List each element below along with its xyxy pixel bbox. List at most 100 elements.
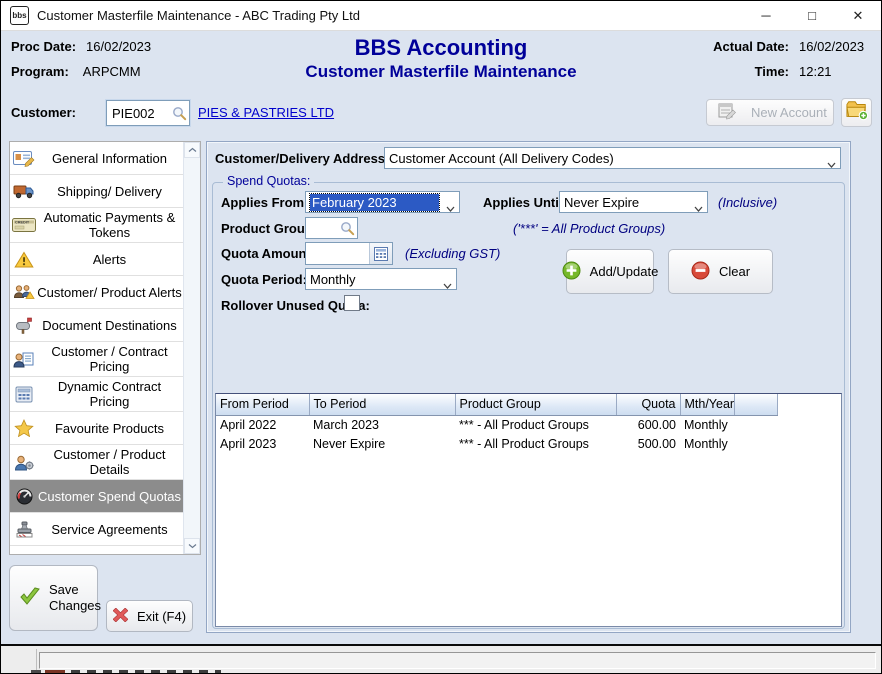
search-icon[interactable] [340, 221, 355, 241]
chevron-down-icon [443, 277, 452, 290]
col-mth-year[interactable]: Mth/Year [680, 394, 734, 415]
time-value: 12:21 [799, 64, 871, 79]
quota-amount-note: (Excluding GST) [405, 246, 500, 261]
person-doc-icon [11, 351, 37, 368]
quota-table: From Period To Period Product Group Quot… [215, 393, 842, 627]
new-account-label: New Account [751, 105, 827, 120]
main-panel: Customer/Delivery Address: Customer Acco… [206, 141, 851, 633]
quota-period-select[interactable]: Monthly [305, 268, 457, 290]
warning-icon [11, 251, 37, 268]
save-changes-button[interactable]: Save Changes [9, 565, 98, 631]
applies-until-label: Applies Until: [483, 195, 567, 210]
delivery-address-label: Customer/Delivery Address: [215, 151, 389, 166]
delivery-address-value: Customer Account (All Delivery Codes) [389, 151, 614, 166]
sidebar-item-label: Customer / Contract Pricing [37, 343, 182, 375]
table-row[interactable]: April 2023Never Expire*** - All Product … [216, 434, 842, 453]
quota-amount-input[interactable] [305, 242, 393, 265]
sidebar-item-dynamic-contract-pricing[interactable]: Dynamic Contract Pricing [10, 377, 183, 412]
chevron-down-icon [827, 156, 836, 169]
calculator-icon [11, 386, 37, 403]
person-gear-icon [11, 454, 37, 471]
actual-date-label: Actual Date: [713, 39, 789, 54]
quota-table-body: April 2022March 2023*** - All Product Gr… [216, 415, 842, 453]
titlebar: bbs Customer Masterfile Maintenance - AB… [1, 1, 881, 31]
col-from-period[interactable]: From Period [216, 394, 309, 415]
chevron-down-icon [694, 200, 703, 213]
delivery-address-select[interactable]: Customer Account (All Delivery Codes) [384, 147, 841, 169]
sidebar-item-label: Customer / Product Details [37, 446, 182, 478]
status-message-panel [39, 652, 876, 669]
col-blank [734, 394, 777, 415]
sidebar-item-service-agreements[interactable]: Service Agreements [10, 513, 183, 546]
app-logo-icon: bbs [10, 6, 29, 25]
customer-name-link[interactable]: PIES & PASTRIES LTD [198, 105, 334, 120]
rollover-checkbox[interactable] [344, 295, 360, 311]
calculator-icon[interactable] [369, 243, 392, 264]
id-card-icon [11, 150, 37, 167]
sidebar-item-label: Service Agreements [37, 521, 182, 538]
sidebar-item-shipping-delivery[interactable]: Shipping/ Delivery [10, 175, 183, 208]
table-row[interactable]: April 2022March 2023*** - All Product Gr… [216, 415, 842, 434]
stamp-icon [11, 521, 37, 538]
window-controls: ─ □ ✕ [743, 1, 881, 31]
sidebar-item-label: General Information [37, 150, 182, 167]
sidebar-item-document-destinations[interactable]: Document Destinations [10, 309, 183, 342]
sidebar-item-favourite-products[interactable]: Favourite Products [10, 412, 183, 445]
minimize-button[interactable]: ─ [743, 1, 789, 31]
col-product-group[interactable]: Product Group [455, 394, 616, 415]
col-quota[interactable]: Quota [616, 394, 680, 415]
sidebar-item-label: Shipping/ Delivery [37, 183, 182, 200]
credit-card-icon: CREDIT [11, 217, 37, 233]
product-group-input[interactable] [305, 217, 358, 239]
sidebar-item-general-information[interactable]: General Information [10, 142, 183, 175]
scroll-down-icon[interactable] [184, 538, 200, 554]
svg-text:CREDIT: CREDIT [15, 220, 30, 224]
sidebar-scrollbar[interactable] [183, 142, 200, 554]
sidebar-item-customer-product-details[interactable]: Customer / Product Details [10, 445, 183, 480]
sidebar-item-customer-spend-quotas[interactable]: Customer Spend Quotas [10, 480, 183, 513]
exit-label: Exit (F4) [137, 609, 186, 624]
maximize-button[interactable]: □ [789, 1, 835, 31]
sidebar: General Information Shipping/ Delivery CRE… [9, 141, 201, 555]
customer-label: Customer: [11, 105, 76, 120]
open-account-folder-button[interactable] [841, 98, 872, 127]
sidebar-item-label: Customer/ Product Alerts [37, 284, 182, 301]
search-icon[interactable] [172, 106, 187, 124]
sidebar-item-customer-product-alerts[interactable]: Customer/ Product Alerts [10, 276, 183, 309]
sidebar-item-label: Document Destinations [37, 317, 182, 334]
taskbar-edge [1, 670, 881, 673]
scroll-up-icon[interactable] [184, 142, 200, 158]
close-button[interactable]: ✕ [835, 1, 881, 31]
sidebar-item-alerts[interactable]: Alerts [10, 243, 183, 276]
spend-quotas-fieldset: Spend Quotas: Applies From: February 202… [212, 182, 845, 629]
add-update-button[interactable]: Add/Update [566, 249, 654, 294]
sidebar-item-customer-contract-pricing[interactable]: Customer / Contract Pricing [10, 342, 183, 377]
plus-circle-icon [562, 261, 581, 283]
applies-until-select[interactable]: Never Expire [559, 191, 708, 213]
sidebar-list: General Information Shipping/ Delivery CRE… [10, 142, 183, 554]
spend-quotas-legend: Spend Quotas: [223, 174, 314, 188]
gauge-icon [11, 488, 37, 505]
clear-label: Clear [719, 264, 750, 279]
applies-from-value: February 2023 [310, 194, 439, 211]
quota-period-value: Monthly [310, 272, 356, 287]
quota-amount-value [306, 243, 369, 264]
customer-code-input[interactable]: PIE002 [106, 100, 190, 126]
table-header-row: From Period To Period Product Group Quot… [216, 394, 842, 415]
product-group-note: ('***' = All Product Groups) [513, 221, 665, 236]
minus-circle-icon [691, 261, 710, 283]
sidebar-item-label: Automatic Payments & Tokens [37, 209, 182, 241]
people-alert-icon [11, 284, 37, 300]
mailbox-icon [11, 317, 37, 334]
new-account-button[interactable]: New Account [706, 99, 834, 126]
save-changes-label: Save Changes [49, 582, 101, 614]
col-to-period[interactable]: To Period [309, 394, 455, 415]
exit-button[interactable]: Exit (F4) [106, 600, 193, 632]
header-filler [777, 394, 842, 415]
status-divider [36, 649, 37, 672]
clear-button[interactable]: Clear [668, 249, 773, 294]
check-icon [18, 587, 42, 610]
sidebar-item-automatic-payments-tokens[interactable]: CREDIT Automatic Payments & Tokens [10, 208, 183, 243]
applies-from-select[interactable]: February 2023 [305, 191, 460, 213]
actual-date-block: Actual Date: 16/02/2023 Time: 12:21 [713, 39, 871, 79]
